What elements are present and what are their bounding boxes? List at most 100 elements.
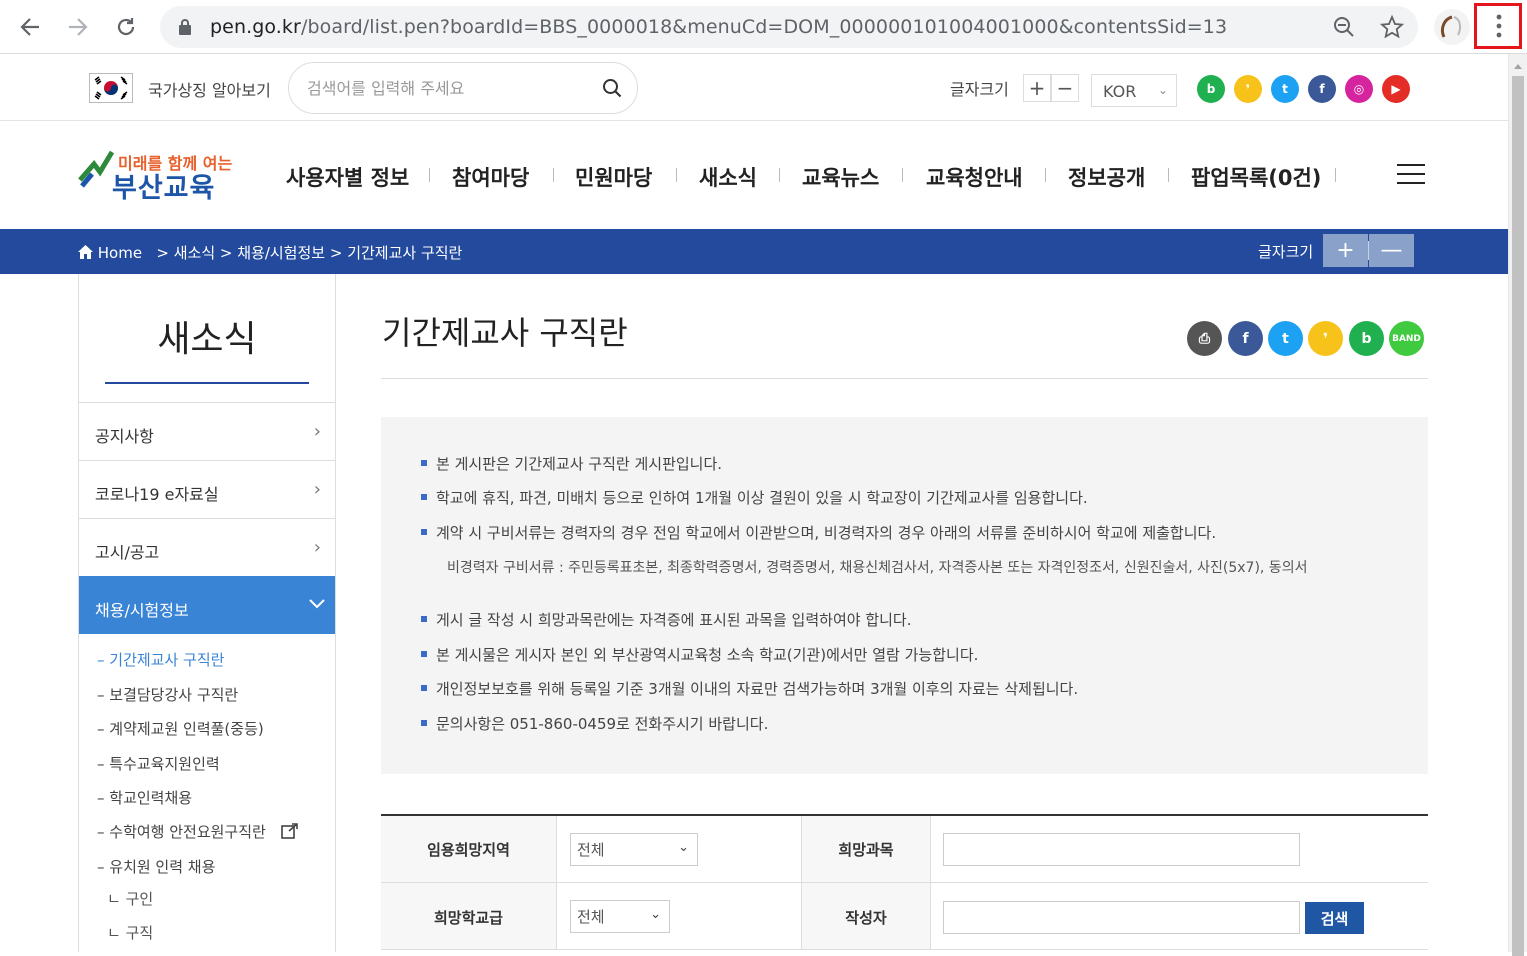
region-select[interactable]: 전체 ⌄ <box>570 833 698 866</box>
sidebar-subitem[interactable]: – 특수교육지원인력 <box>97 753 220 774</box>
logo-title: 부산교육 <box>112 173 216 204</box>
main-menu-item[interactable]: 팝업목록(0건) <box>1191 162 1321 192</box>
language-select[interactable]: KOR ⌄ <box>1091 74 1177 107</box>
korean-flag-icon[interactable] <box>89 73 133 103</box>
bullet-icon <box>421 493 427 500</box>
share-kakaostory-icon[interactable]: ❜ <box>1308 321 1343 356</box>
menu-separator <box>1045 168 1046 182</box>
author-input[interactable] <box>943 901 1300 934</box>
sidebar-title-underline <box>105 382 309 384</box>
main-menu-item[interactable]: 교육청안내 <box>926 162 1023 192</box>
menu-separator <box>1168 168 1169 182</box>
search-row-1: 임용희망지역 전체 ⌄ 희망과목 <box>381 816 1428 883</box>
sidebar-subitem[interactable]: – 계약제교원 인력풀(중등) <box>97 718 264 739</box>
address-bar[interactable]: pen.go.kr/board/list.pen?boardId=BBS_000… <box>160 6 1418 48</box>
bookmark-star-icon[interactable] <box>1379 14 1405 43</box>
search-button[interactable]: 검색 <box>1305 902 1364 934</box>
chevron-down-icon <box>309 599 325 609</box>
share-band-icon[interactable]: BAND <box>1389 321 1424 356</box>
national-symbol-link[interactable]: 국가상징 알아보기 <box>148 77 271 101</box>
profile-avatar[interactable] <box>1434 9 1470 45</box>
back-icon[interactable] <box>13 10 47 44</box>
main-menu-item[interactable]: 교육뉴스 <box>802 162 879 192</box>
sidebar-subitem[interactable]: – 유치원 인력 채용 <box>97 856 215 877</box>
breadcrumb-home[interactable]: Home <box>98 244 142 262</box>
url-path: /board/list.pen?boardId=BBS_0000018&menu… <box>300 16 1228 38</box>
sidebar-item-label: 채용/시험정보 <box>95 601 189 620</box>
menu-separator <box>902 168 903 182</box>
notice-item: 본 게시물은 게시자 본인 외 부산광역시교육청 소속 학교(기관)에서만 열람… <box>421 644 978 665</box>
sidebar-item-notice[interactable]: 공지사항 › <box>79 402 335 460</box>
sidebar-item-covid19[interactable]: 코로나19 e자료실 › <box>79 460 335 518</box>
lock-icon[interactable] <box>178 18 192 40</box>
site-search <box>288 62 638 114</box>
external-link-icon[interactable] <box>281 823 299 843</box>
breadcrumb: Home > 새소식 > 채용/시험정보 > 기간제교사 구직란 <box>78 242 462 263</box>
main-menu-item[interactable]: 사용자별 정보 <box>286 162 409 192</box>
sidebar-subsubitem[interactable]: ㄴ 구직 <box>107 922 153 943</box>
sidebar-subitem[interactable]: – 기간제교사 구직란 <box>97 649 224 670</box>
twitter-icon[interactable]: t <box>1271 75 1299 103</box>
menu-separator <box>779 168 780 182</box>
notice-text: 계약 시 구비서류는 경력자의 경우 전임 학교에서 이관받으며, 비경력자의 … <box>436 524 1217 542</box>
home-icon[interactable] <box>78 245 93 259</box>
chevron-down-icon: ⌄ <box>1157 83 1168 97</box>
share-blog-icon[interactable]: b <box>1349 321 1384 356</box>
facebook-icon[interactable]: f <box>1308 75 1336 103</box>
school-level-select[interactable]: 전체 ⌄ <box>570 900 670 933</box>
sidebar-item-announcement[interactable]: 고시/공고 › <box>79 518 335 576</box>
subject-label: 희망과목 <box>801 816 931 882</box>
reload-icon[interactable] <box>109 10 143 44</box>
bullet-icon <box>421 459 427 466</box>
youtube-icon[interactable]: ▶ <box>1382 75 1410 103</box>
url-text[interactable]: pen.go.kr/board/list.pen?boardId=BBS_000… <box>210 16 1227 38</box>
bullet-icon <box>421 615 427 622</box>
sidebar: 새소식 공지사항 › 코로나19 e자료실 › 고시/공고 › 채용/시험정보 – 기… <box>78 274 336 952</box>
page-scrollbar[interactable] <box>1508 54 1527 956</box>
share-twitter-icon[interactable]: t <box>1268 321 1303 356</box>
notice-text: 본 게시물은 게시자 본인 외 부산광역시교육청 소속 학교(기관)에서만 열람… <box>436 646 979 664</box>
sidebar-subitem[interactable]: – 학교인력채용 <box>97 787 192 808</box>
scrollbar-thumb[interactable] <box>1512 76 1524 956</box>
chevron-down-icon: ⌄ <box>678 840 689 855</box>
breadcrumb-path: > 새소식 > 채용/시험정보 > 기간제교사 구직란 <box>156 244 463 262</box>
all-menu-icon[interactable] <box>1397 164 1425 186</box>
share-print-icon[interactable]: ⎙ <box>1187 321 1222 356</box>
share-facebook-icon[interactable]: f <box>1228 321 1263 356</box>
subject-input[interactable] <box>943 833 1300 866</box>
notice-sub-text: 비경력자 구비서류 : 주민등록표초본, 최종학력증명서, 경력증명서, 채용신… <box>447 560 1308 576</box>
main-menu-item[interactable]: 참여마당 <box>452 162 529 192</box>
breadcrumb-band: Home > 새소식 > 채용/시험정보 > 기간제교사 구직란 글자크기 + … <box>0 229 1508 274</box>
blog-icon[interactable]: b <box>1197 75 1225 103</box>
sidebar-item-recruitment[interactable]: 채용/시험정보 <box>79 576 335 634</box>
notice-item: 개인정보보호를 위해 등록일 기준 3개월 이내의 자료만 검색가능하며 3개월… <box>421 678 1078 699</box>
sidebar-subitem[interactable]: – 수학여행 안전요원구직란 <box>97 821 266 842</box>
sidebar-item-label: 공지사항 <box>95 427 154 446</box>
font-decrease-button[interactable]: − <box>1051 74 1079 102</box>
notice-box: 본 게시판은 기간제교사 구직란 게시판입니다. 학교에 휴직, 파견, 미배치 … <box>381 417 1428 774</box>
region-value: 전체 <box>577 841 605 859</box>
font-increase-button[interactable]: + <box>1023 74 1051 102</box>
browser-menu-button[interactable] <box>1474 3 1522 49</box>
main-menu-item[interactable]: 새소식 <box>699 162 757 192</box>
page-title: 기간제교사 구직란 <box>382 314 628 352</box>
chevron-right-icon: › <box>313 537 321 558</box>
notice-item: 본 게시판은 기간제교사 구직란 게시판입니다. <box>421 453 722 474</box>
band-font-decrease-button[interactable]: — <box>1369 234 1414 267</box>
band-font-increase-button[interactable]: + <box>1323 234 1368 267</box>
search-icon[interactable] <box>602 78 622 102</box>
search-form: 임용희망지역 전체 ⌄ 희망과목 희망학교급 전체 ⌄ 작성자 검색 <box>381 814 1428 952</box>
search-input[interactable] <box>307 76 587 100</box>
menu-separator <box>676 168 677 182</box>
language-value: KOR <box>1103 82 1137 101</box>
scroll-up-icon[interactable] <box>1513 62 1523 70</box>
zoom-icon[interactable] <box>1333 16 1355 42</box>
instagram-icon[interactable]: ◎ <box>1345 75 1373 103</box>
kakaostory-icon[interactable]: ❜ <box>1234 75 1262 103</box>
sidebar-subitem[interactable]: – 보결담당강사 구직란 <box>97 684 238 705</box>
site-logo[interactable]: 미래를 함께 여는 부산교육 <box>78 146 232 204</box>
sidebar-subsubitem[interactable]: ㄴ 구인 <box>107 888 153 909</box>
main-menu-item[interactable]: 민원마당 <box>575 162 652 192</box>
forward-icon[interactable] <box>61 10 95 44</box>
main-menu-item[interactable]: 정보공개 <box>1068 162 1145 192</box>
